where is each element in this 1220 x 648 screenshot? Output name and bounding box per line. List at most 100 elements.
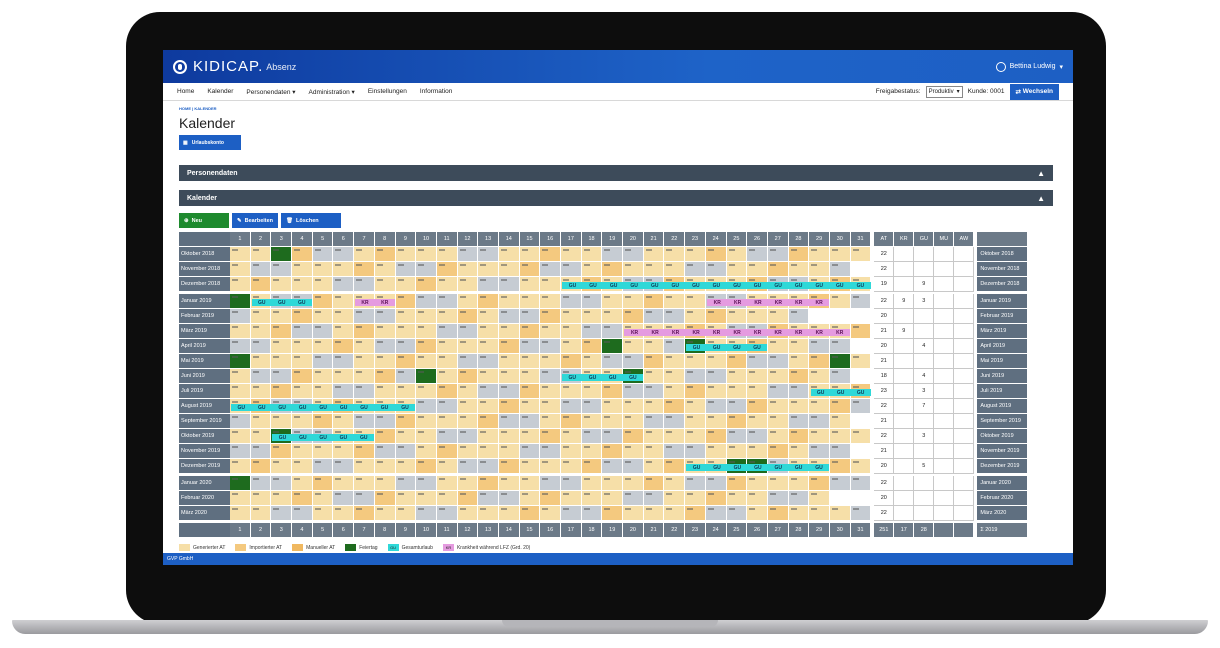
day-cell[interactable] [540, 262, 561, 277]
day-cell[interactable] [602, 339, 624, 354]
nav-administration[interactable]: Administration ▾ [309, 88, 355, 96]
day-cell[interactable] [602, 476, 624, 491]
day-cell[interactable] [436, 414, 458, 429]
day-cell[interactable] [354, 476, 375, 491]
day-cell[interactable] [354, 369, 375, 384]
day-cell[interactable] [333, 384, 355, 399]
day-cell[interactable] [561, 384, 582, 399]
day-cell[interactable] [643, 476, 665, 491]
day-cell[interactable] [395, 459, 417, 474]
day-cell[interactable] [312, 414, 334, 429]
day-cell[interactable] [436, 384, 458, 399]
day-cell[interactable] [809, 491, 830, 506]
day-cell[interactable] [829, 476, 851, 491]
breadcrumb[interactable]: HOME | KALENDER [163, 101, 1073, 111]
day-cell[interactable] [829, 339, 851, 354]
day-cell[interactable] [767, 262, 789, 277]
day-cell[interactable] [333, 459, 355, 474]
day-cell[interactable] [395, 309, 417, 324]
day-cell[interactable] [767, 247, 789, 262]
day-cell[interactable] [540, 309, 561, 324]
day-cell[interactable] [498, 476, 520, 491]
day-cell[interactable] [354, 277, 375, 292]
day-cell[interactable] [395, 354, 417, 369]
day-cell[interactable] [271, 384, 293, 399]
day-cell[interactable] [602, 459, 624, 474]
day-cell[interactable] [416, 294, 437, 309]
day-cell[interactable] [312, 277, 334, 292]
day-cell[interactable] [354, 384, 375, 399]
day-cell[interactable] [705, 369, 727, 384]
day-cell[interactable] [436, 444, 458, 459]
day-cell[interactable] [788, 354, 810, 369]
day-cell[interactable] [498, 339, 520, 354]
day-cell[interactable] [292, 491, 313, 506]
day-cell[interactable] [519, 294, 541, 309]
day-cell[interactable] [561, 294, 582, 309]
day-cell[interactable] [498, 309, 520, 324]
day-cell[interactable] [705, 429, 727, 444]
day-cell[interactable] [457, 459, 479, 474]
day-cell[interactable] [726, 399, 748, 414]
day-cell[interactable] [643, 354, 665, 369]
day-cell[interactable] [292, 324, 313, 339]
day-cell[interactable] [788, 369, 810, 384]
day-cell[interactable] [809, 354, 830, 369]
vacation-band[interactable]: GU GU GU [251, 299, 312, 306]
day-cell[interactable] [312, 384, 334, 399]
day-cell[interactable] [829, 294, 851, 309]
day-cell[interactable] [540, 414, 561, 429]
day-cell[interactable] [230, 262, 251, 277]
nav-information[interactable]: Information [420, 88, 453, 95]
day-cell[interactable] [829, 399, 851, 414]
day-cell[interactable] [374, 277, 396, 292]
day-cell[interactable] [850, 414, 872, 429]
day-cell[interactable] [250, 444, 272, 459]
day-cell[interactable] [788, 506, 810, 521]
day-cell[interactable] [395, 339, 417, 354]
day-cell[interactable] [395, 491, 417, 506]
day-cell[interactable] [602, 506, 624, 521]
day-cell[interactable] [416, 459, 437, 474]
day-cell[interactable] [664, 476, 686, 491]
day-cell[interactable] [705, 476, 727, 491]
day-cell[interactable] [829, 354, 851, 369]
day-cell[interactable] [436, 429, 458, 444]
day-cell[interactable] [850, 309, 872, 324]
day-cell[interactable] [271, 476, 293, 491]
day-cell[interactable] [664, 444, 686, 459]
day-cell[interactable] [602, 399, 624, 414]
day-cell[interactable] [602, 444, 624, 459]
day-cell[interactable] [561, 339, 582, 354]
day-cell[interactable] [767, 399, 789, 414]
day-cell[interactable] [250, 491, 272, 506]
day-cell[interactable] [540, 339, 561, 354]
day-cell[interactable] [623, 294, 644, 309]
day-cell[interactable] [250, 384, 272, 399]
day-cell[interactable] [416, 444, 437, 459]
day-cell[interactable] [478, 324, 499, 339]
day-cell[interactable] [374, 491, 396, 506]
day-cell[interactable] [519, 399, 541, 414]
day-cell[interactable] [561, 247, 582, 262]
day-cell[interactable] [623, 506, 644, 521]
day-cell[interactable] [250, 354, 272, 369]
day-cell[interactable] [747, 414, 768, 429]
day-cell[interactable] [829, 309, 851, 324]
day-cell[interactable] [457, 369, 479, 384]
day-cell[interactable] [519, 262, 541, 277]
day-cell[interactable] [561, 324, 582, 339]
day-cell[interactable] [498, 294, 520, 309]
day-cell[interactable] [664, 459, 686, 474]
day-cell[interactable] [519, 444, 541, 459]
vacation-band[interactable]: GU GU GU GU [686, 344, 768, 351]
day-cell[interactable] [788, 339, 810, 354]
day-cell[interactable] [498, 324, 520, 339]
day-cell[interactable] [643, 459, 665, 474]
day-cell[interactable] [498, 399, 520, 414]
day-cell[interactable] [230, 459, 251, 474]
day-cell[interactable] [312, 491, 334, 506]
day-cell[interactable] [850, 459, 872, 474]
day-cell[interactable] [540, 384, 561, 399]
day-cell[interactable] [519, 491, 541, 506]
